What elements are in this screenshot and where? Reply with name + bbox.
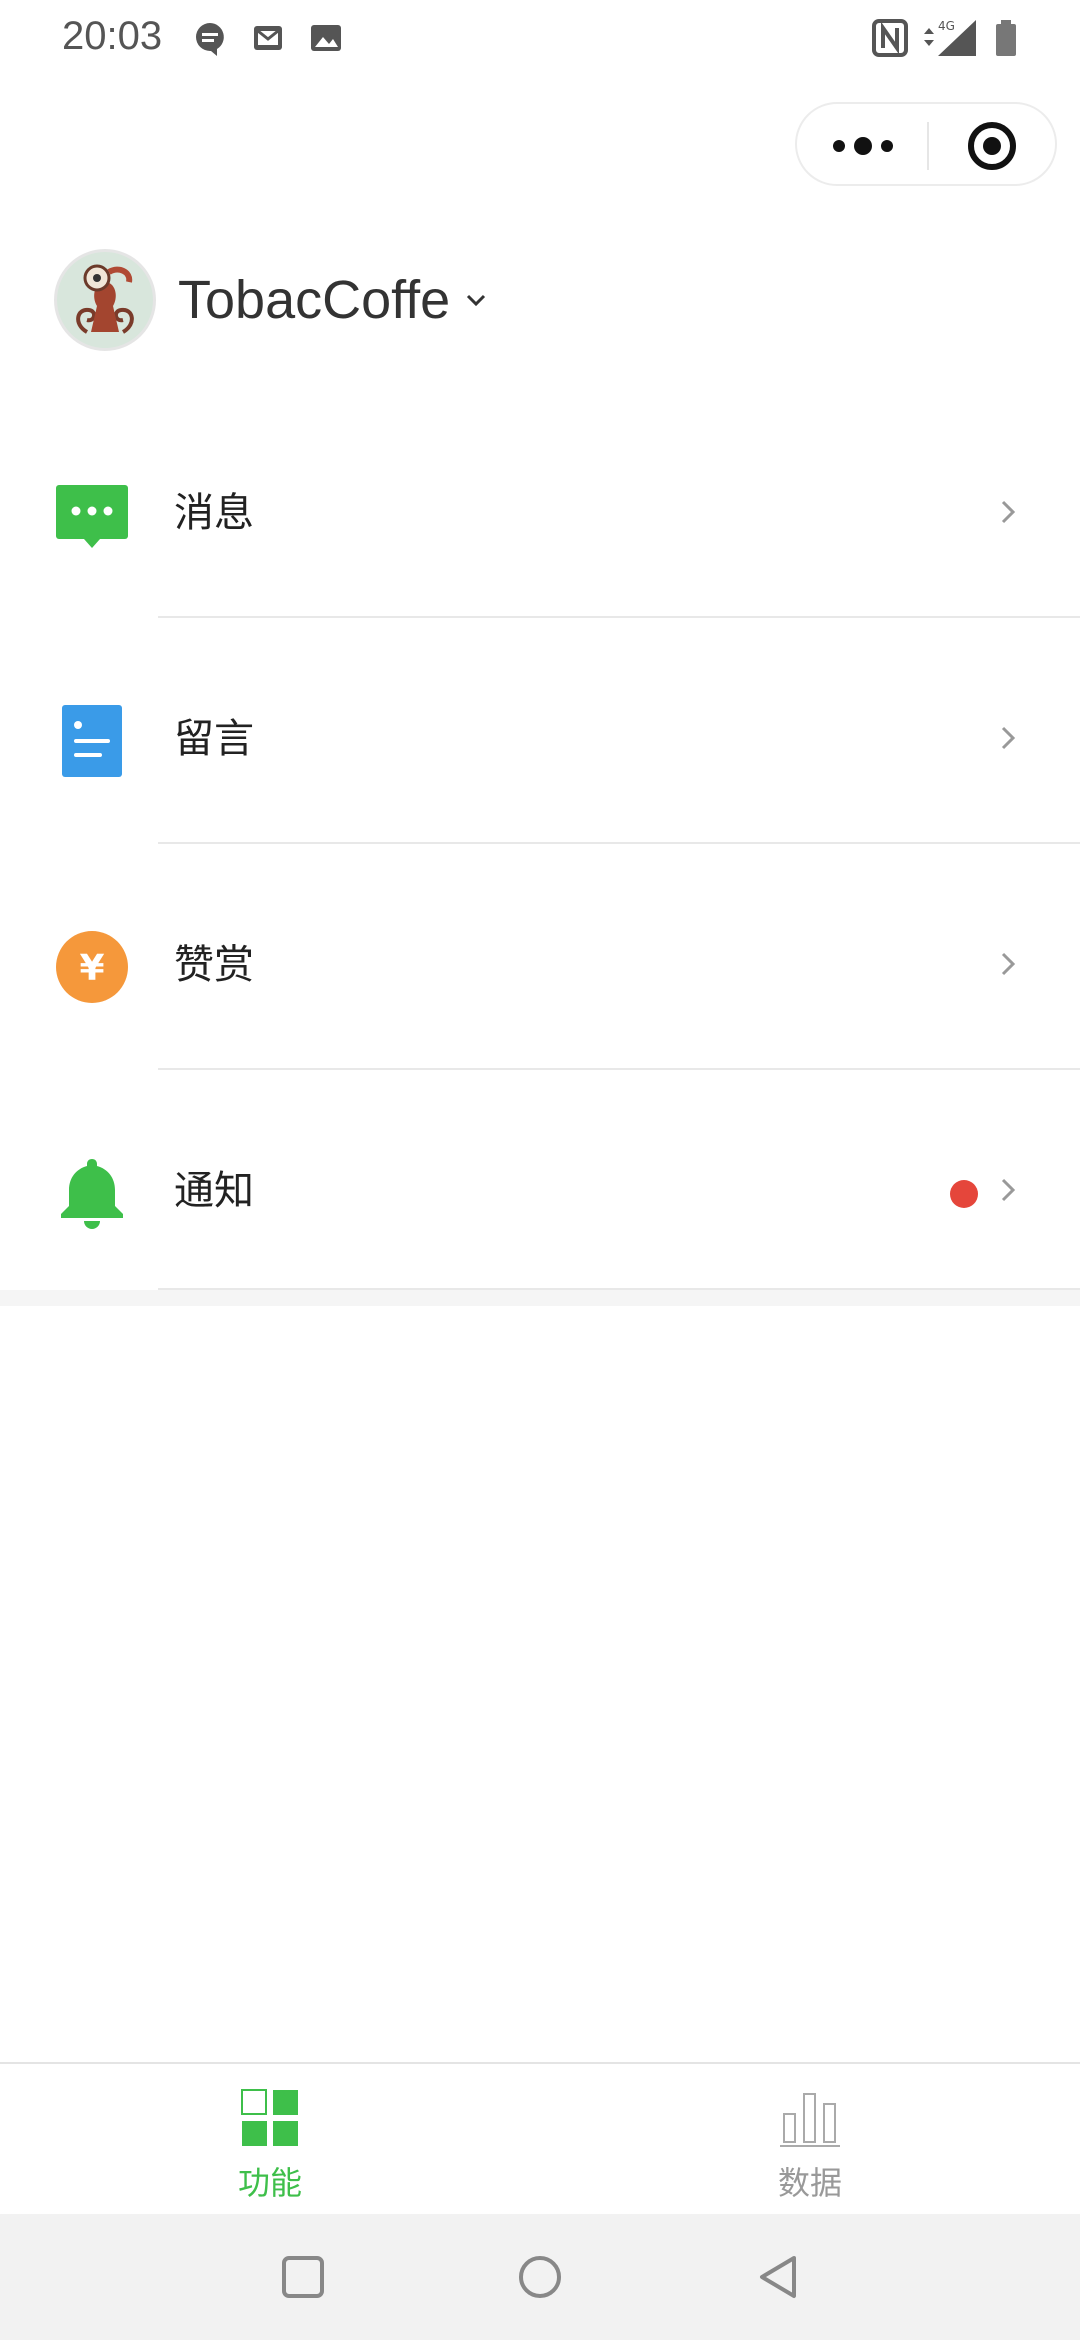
avatar-image (57, 252, 153, 348)
yen-coin-icon: ¥ (56, 931, 128, 1003)
comment-doc-icon (62, 705, 122, 777)
section-separator (0, 1290, 1080, 1306)
menu-item-label: 通知 (174, 1168, 254, 1214)
tab-label: 数据 (777, 2164, 842, 2202)
home-icon[interactable] (517, 2254, 563, 2300)
chevron-right-icon (1001, 952, 1016, 976)
avatar (54, 249, 156, 351)
bell-icon (61, 1159, 123, 1229)
mail-icon (254, 26, 282, 50)
menu-item-comments[interactable]: 留言 (0, 618, 1080, 844)
page: 20:03 4G TobacCoffe 消息 留言 ¥ 赞赏 通知 功能 数据 (0, 0, 1080, 2340)
image-icon (311, 25, 341, 51)
close-button[interactable] (929, 104, 1059, 188)
tab-functions[interactable]: 功能 (0, 2064, 540, 2214)
menu-item-label: 赞赏 (174, 942, 254, 988)
svg-text:¥: ¥ (79, 948, 104, 989)
tab-data[interactable]: 数据 (540, 2064, 1080, 2214)
chevron-right-icon (1001, 1178, 1016, 1202)
chevron-down-icon (467, 294, 486, 307)
grid-icon (241, 2089, 298, 2146)
battery-icon (996, 20, 1016, 56)
tab-bar: 功能 数据 (0, 2062, 1080, 2214)
back-icon[interactable] (756, 2254, 802, 2300)
recent-apps-icon[interactable] (280, 2254, 326, 2300)
menu-item-messages[interactable]: 消息 (0, 392, 1080, 618)
nfc-icon (872, 19, 908, 57)
account-switcher[interactable]: TobacCoffe (54, 248, 488, 352)
system-nav-bar (0, 2214, 1080, 2340)
4g-signal-icon: 4G (924, 19, 976, 56)
tab-label: 功能 (237, 2164, 302, 2202)
menu-item-label: 消息 (174, 490, 254, 536)
chevron-right-icon (1001, 500, 1016, 524)
more-dots-icon (833, 137, 893, 155)
target-close-icon (968, 122, 1016, 170)
chat-notification-icon (196, 23, 224, 56)
menu-list: 消息 留言 ¥ 赞赏 通知 (0, 392, 1080, 1290)
bar-chart-icon (780, 2093, 840, 2147)
status-time: 20:03 (62, 14, 163, 58)
chevron-right-icon (1001, 726, 1016, 750)
more-button[interactable] (797, 104, 927, 188)
menu-item-notifications[interactable]: 通知 (0, 1070, 1080, 1290)
capsule-menu (795, 102, 1057, 186)
unread-badge (950, 1180, 978, 1208)
account-name: TobacCoffe (178, 270, 451, 330)
menu-item-appreciation[interactable]: ¥ 赞赏 (0, 844, 1080, 1070)
message-icon (56, 485, 128, 548)
network-label: 4G (938, 19, 955, 33)
status-bar: 20:03 4G (0, 0, 1080, 80)
menu-item-label: 留言 (174, 716, 254, 762)
